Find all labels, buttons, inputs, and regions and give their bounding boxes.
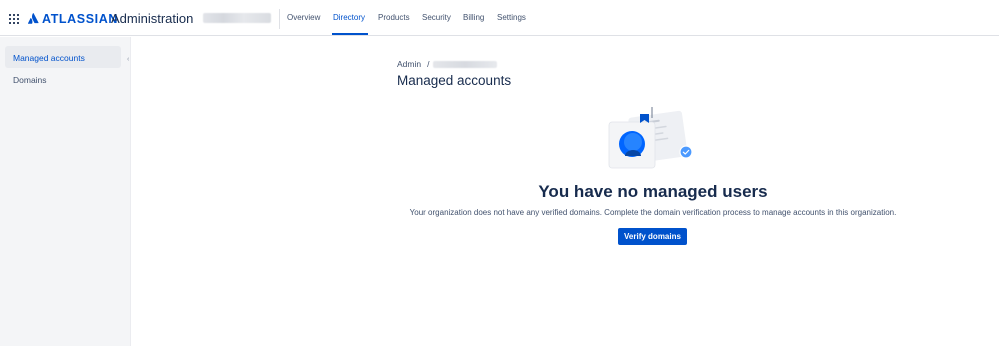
verify-domains-button[interactable]: Verify domains	[618, 228, 687, 245]
empty-state-heading: You have no managed users	[538, 182, 768, 201]
breadcrumb-organization-redacted[interactable]	[433, 61, 498, 69]
organization-name-redacted[interactable]	[203, 13, 271, 23]
tab-billing[interactable]: Billing	[463, 13, 484, 22]
tab-directory[interactable]: Directory	[333, 13, 365, 22]
sidebar-item-managed-accounts[interactable]: Managed accounts	[5, 46, 121, 68]
chevron-left-icon[interactable]: ‹	[127, 56, 129, 63]
tab-overview[interactable]: Overview	[287, 13, 320, 22]
tab-settings[interactable]: Settings	[497, 13, 526, 22]
atlassian-wordmark[interactable]: ATLASSIAN	[42, 12, 118, 26]
breadcrumb-separator: /	[427, 59, 430, 69]
atlassian-logo-icon	[28, 13, 39, 24]
managed-users-illustration	[608, 107, 693, 169]
sidebar: Managed accounts Domains	[0, 37, 131, 346]
breadcrumb-admin-link[interactable]: Admin	[397, 59, 421, 69]
sidebar-item-domains[interactable]: Domains	[5, 68, 121, 90]
empty-state-description: Your organization does not have any veri…	[409, 208, 897, 217]
app-switcher-icon[interactable]	[9, 14, 19, 24]
top-navigation: ATLASSIAN Administration Overview Direct…	[0, 0, 999, 36]
tab-products[interactable]: Products	[378, 13, 410, 22]
page-title: Managed accounts	[397, 73, 512, 88]
product-name: Administration	[111, 11, 194, 26]
breadcrumb: Admin /	[397, 59, 498, 69]
tab-security[interactable]: Security	[422, 13, 451, 22]
active-tab-indicator	[332, 33, 368, 35]
nav-divider	[279, 9, 280, 29]
